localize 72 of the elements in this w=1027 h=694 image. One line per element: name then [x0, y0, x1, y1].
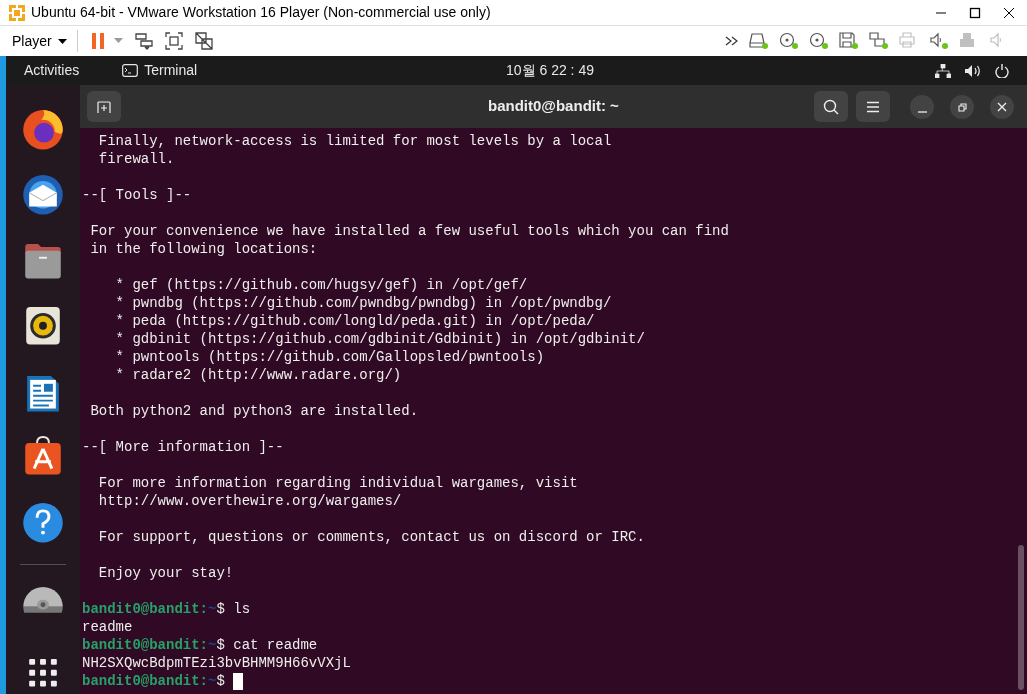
prompt-user: bandit0@bandit:	[82, 636, 209, 654]
terminal-line: http://www.overthewire.org/wargames/	[97, 492, 403, 510]
vmware-logo-icon	[8, 3, 26, 22]
firefox-icon[interactable]	[21, 108, 65, 152]
new-tab-icon	[97, 100, 111, 113]
terminal-line: firewall.	[97, 150, 176, 168]
prompt-path: ~	[208, 672, 217, 690]
terminal-line: * radare2 (http://www.radare.org/)	[114, 366, 403, 384]
fullscreen-icon[interactable]	[164, 32, 183, 50]
app-menu[interactable]: Terminal	[144, 60, 198, 81]
terminal-line: Finally, network-access is limited for most levels by a local	[97, 132, 613, 150]
clock[interactable]: 10월 6 22 : 49	[506, 60, 594, 81]
terminal-line: For more information regarding individual wargames, visit	[97, 474, 579, 492]
send-keys-icon[interactable]	[134, 32, 153, 50]
command-text: cat readme	[232, 636, 318, 654]
terminal-line: Both python2 and python3 are installed.	[89, 402, 420, 420]
scrollbar-thumb[interactable]	[1018, 545, 1024, 690]
terminal-line: readme	[82, 618, 134, 636]
command-text: ls	[232, 600, 251, 618]
close-icon[interactable]	[1003, 6, 1015, 19]
search-icon	[823, 98, 839, 115]
pause-icon[interactable]	[89, 32, 106, 50]
terminal-line: * pwntools (https://github.com/Gallopsled/pwntools)	[114, 348, 546, 366]
prompt-user: bandit0@bandit:	[82, 600, 209, 618]
floppy-disk-icon[interactable]	[839, 32, 859, 50]
terminal-line: NH2SXQwcBdpmTEzi3bvBHMM9H66vVXjL	[82, 654, 352, 672]
prompt-path: ~	[208, 636, 217, 654]
minimize-icon	[917, 110, 927, 113]
prompt-path: ~	[208, 600, 217, 618]
menu-icon	[866, 100, 880, 113]
terminal-line: --[ More information ]--	[82, 438, 285, 456]
cd-icon[interactable]	[779, 32, 799, 50]
double-chevron-icon[interactable]	[725, 36, 739, 46]
terminal-icon	[122, 64, 139, 77]
terminal-line: For your convenience we have installed a few useful tools which you can find	[89, 222, 730, 240]
restore-button[interactable]	[950, 94, 974, 119]
minimize-button[interactable]	[910, 94, 934, 119]
caret-icon[interactable]	[113, 38, 123, 44]
window-title: Ubuntu 64-bit - VMware Workstation 16 Player (Non-commercial use only)	[31, 3, 491, 22]
terminal-line: --[ Tools ]--	[82, 186, 193, 204]
player-menu[interactable]: Player	[12, 30, 67, 52]
terminal-title: bandit0@bandit: ~	[488, 96, 619, 117]
terminal-line: * gef (https://github.com/hugsy/gef) in /opt/gef/	[114, 276, 529, 294]
search-button[interactable]	[814, 91, 848, 122]
mail-icon[interactable]	[21, 173, 65, 217]
menu-button[interactable]	[856, 91, 890, 122]
help-icon[interactable]	[21, 500, 65, 545]
hard-disk-icon[interactable]	[749, 32, 769, 50]
caret-icon	[57, 38, 67, 44]
terminal-line: For support, questions or comments, contact us on discord or IRC.	[97, 528, 646, 546]
volume-icon[interactable]	[965, 63, 981, 78]
close-button[interactable]	[990, 94, 1014, 119]
network-adapter-icon[interactable]	[869, 32, 889, 50]
activities-button[interactable]: Activities	[24, 60, 80, 81]
cd-icon[interactable]	[809, 32, 829, 50]
unity-icon[interactable]	[194, 32, 213, 50]
close-icon	[997, 101, 1007, 112]
power-icon[interactable]	[995, 63, 1009, 78]
speaker-icon[interactable]	[929, 32, 949, 50]
terminal-line: Enjoy your stay!	[97, 564, 235, 582]
terminal-line: * peda (https://github.com/longld/peda.git) in /opt/peda/	[114, 312, 596, 330]
prompt-symbol: $	[216, 672, 225, 690]
terminal-line: in the following locations:	[89, 240, 319, 258]
network-icon[interactable]	[935, 63, 951, 78]
terminal-line: * pwndbg (https://github.com/pwndbg/pwndbg) in /opt/pwndbg/	[114, 294, 613, 312]
restore-icon	[957, 101, 967, 112]
terminal-line: * gdbinit (https://github.com/gdbinit/Gdbinit) in /opt/gdbinit/	[114, 330, 646, 348]
prompt-symbol: $	[216, 636, 225, 654]
prompt-user: bandit0@bandit:	[82, 672, 209, 690]
prompt-symbol: $	[216, 600, 225, 618]
new-tab-button[interactable]	[87, 91, 121, 122]
maximize-icon[interactable]	[969, 6, 981, 19]
